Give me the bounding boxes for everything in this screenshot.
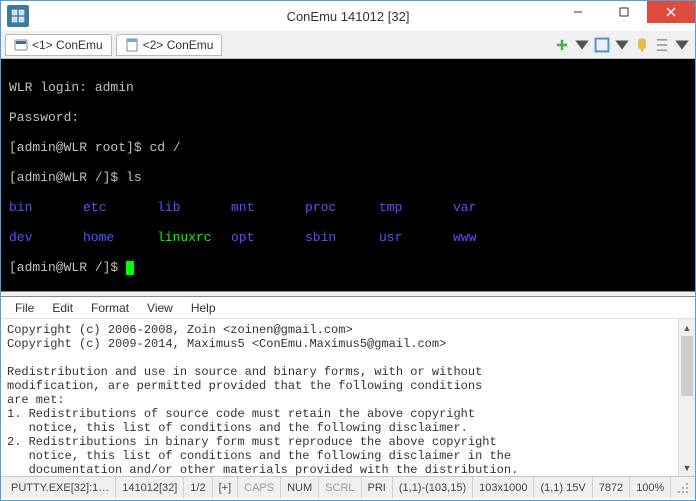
ls-entry: etc [83, 200, 157, 215]
menu-help[interactable]: Help [183, 299, 224, 317]
ls-entry: lib [157, 200, 231, 215]
text-pane: Copyright (c) 2006-2008, Zoin <zoinen@gm… [1, 319, 695, 476]
ls-entry: sbin [305, 230, 379, 245]
menubar: FileEditFormatViewHelp [1, 297, 695, 319]
ls-entry: dev [9, 230, 83, 245]
command: ls [126, 170, 142, 185]
tab-label: <1> ConEmu [32, 38, 103, 52]
ls-entry: proc [305, 200, 379, 215]
status-cursor: (1,1)-(103,15) [393, 477, 473, 498]
tab-1[interactable]: <1> ConEmu [5, 34, 112, 56]
status-caps: CAPS [238, 477, 281, 498]
prompt: [admin@WLR root]$ [9, 140, 149, 155]
scroll-thumb[interactable] [681, 336, 693, 396]
window-title: ConEmu 141012 [32] [287, 9, 410, 24]
dropdown-icon[interactable] [573, 36, 591, 54]
dropdown-icon[interactable] [613, 36, 631, 54]
prompt: [admin@WLR /]$ [9, 260, 126, 275]
menu-view[interactable]: View [139, 299, 181, 317]
ls-entry: www [453, 230, 527, 245]
scrollbar[interactable]: ▲ ▼ [678, 319, 695, 476]
window-controls [555, 1, 695, 31]
menu-format[interactable]: Format [83, 299, 137, 317]
ls-entry: opt [231, 230, 305, 245]
cursor [126, 261, 134, 275]
status-zoom: 100% [630, 477, 671, 498]
new-console-button[interactable] [553, 36, 571, 54]
notepad-icon [125, 38, 139, 52]
dropdown-icon[interactable] [673, 36, 691, 54]
tab-2[interactable]: <2> ConEmu [116, 34, 223, 56]
ls-entry: home [83, 230, 157, 245]
console-icon [14, 38, 28, 52]
command: cd / [149, 140, 180, 155]
status-panes: 1/2 [184, 477, 212, 498]
resize-grip-icon[interactable] [675, 480, 691, 496]
ls-entry: bin [9, 200, 83, 215]
ls-output-row: binetclibmntproctmpvar [9, 200, 687, 215]
status-scrl: SCRL [319, 477, 361, 498]
menu-file[interactable]: File [7, 299, 42, 317]
ls-entry: var [453, 200, 527, 215]
ls-entry: linuxrc [157, 230, 231, 245]
ls-entry: tmp [379, 200, 453, 215]
status-build: 141012[32] [116, 477, 184, 498]
close-button[interactable] [647, 1, 695, 23]
status-pri: PRI [362, 477, 393, 498]
status-size: 103x1000 [473, 477, 534, 498]
tab-label: <2> ConEmu [143, 38, 214, 52]
scroll-up-icon[interactable]: ▲ [679, 319, 695, 336]
ls-output-row: devhomelinuxrcoptsbinusrwww [9, 230, 687, 245]
always-on-top-button[interactable] [633, 36, 651, 54]
titlebar: ConEmu 141012 [32] [1, 1, 695, 31]
status-plus: [+] [213, 477, 239, 498]
maximize-button[interactable] [601, 1, 647, 23]
terminal-line: Password: [9, 110, 79, 125]
minimize-button[interactable] [555, 1, 601, 23]
menu-edit[interactable]: Edit [44, 299, 81, 317]
tabbar: <1> ConEmu <2> ConEmu [1, 31, 695, 59]
settings-button[interactable] [653, 36, 671, 54]
status-pos: (1,1) 15V [534, 477, 592, 498]
license-text[interactable]: Copyright (c) 2006-2008, Zoin <zoinen@gm… [1, 319, 678, 476]
maximize-pane-button[interactable] [593, 36, 611, 54]
prompt: [admin@WLR /]$ [9, 170, 126, 185]
terminal-line: WLR login: admin [9, 80, 134, 95]
statusbar: PUTTY.EXE[32]:1… 141012[32] 1/2 [+] CAPS… [1, 476, 695, 498]
scroll-down-icon[interactable]: ▼ [679, 459, 695, 476]
terminal-pane[interactable]: WLR login: admin Password: [admin@WLR ro… [1, 59, 695, 291]
ls-entry: mnt [231, 200, 305, 215]
app-icon [7, 5, 29, 27]
ls-entry: usr [379, 230, 453, 245]
tabbar-toolbar [553, 36, 691, 54]
status-exe: PUTTY.EXE[32]:1… [5, 477, 116, 498]
status-num: NUM [281, 477, 319, 498]
status-pid: 7872 [593, 477, 630, 498]
